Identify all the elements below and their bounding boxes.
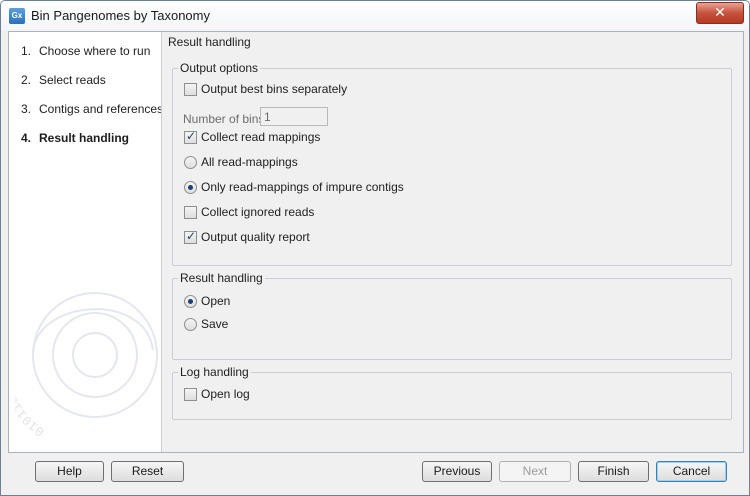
step-number: 4. (21, 131, 32, 145)
log-handling-group: Log handling Open log (172, 365, 732, 420)
checkbox-label: Output quality report (201, 230, 310, 244)
radio-selected-dot (188, 185, 193, 190)
step-select-reads: 2. Select reads (21, 73, 161, 102)
checkbox-label: Open log (201, 387, 250, 401)
step-number: 3. (21, 102, 32, 116)
log-handling-legend: Log handling (178, 365, 251, 379)
radio-label: All read-mappings (201, 155, 298, 169)
output-options-group: Output options Output best bins separate… (172, 61, 732, 266)
step-number: 2. (21, 73, 32, 87)
result-handling-legend: Result handling (178, 271, 265, 285)
app-icon: Gx (9, 8, 25, 24)
checkbox-box[interactable]: ✓ (184, 229, 197, 244)
checkbox-label: Output best bins separately (201, 82, 348, 96)
reset-button[interactable]: Reset (111, 461, 184, 482)
previous-button[interactable]: Previous (422, 461, 492, 482)
step-result-handling: 4. Result handling (21, 131, 161, 160)
close-icon: ✕ (714, 4, 726, 20)
output-options-legend: Output options (178, 61, 261, 75)
checkbox-box[interactable] (184, 83, 197, 96)
page-title: Result handling (168, 35, 251, 49)
finish-button[interactable]: Finish (578, 461, 649, 482)
radio-button[interactable] (184, 156, 197, 169)
checkmark-icon: ✓ (186, 129, 197, 143)
checkmark-icon: ✓ (186, 229, 197, 243)
wizard-steps-pane: 1. Choose where to run 2. Select reads 3. C… (9, 32, 162, 452)
radio-label: Save (201, 317, 229, 331)
checkbox-box[interactable] (184, 388, 197, 401)
step-choose-where-to-run: 1. Choose where to run (21, 44, 161, 73)
number-of-bins-label: Number of bins (183, 112, 265, 126)
result-handling-page: Result handling Output options Output be… (162, 32, 743, 452)
title-bar: Gx Bin Pangenomes by Taxonomy ✕ (1, 1, 749, 31)
dialog-content: 1. Choose where to run 2. Select reads 3. C… (8, 31, 744, 453)
close-button[interactable]: ✕ (696, 2, 744, 24)
radio-selected-dot (188, 299, 193, 304)
checkbox-box[interactable]: ✓ (184, 129, 197, 144)
next-button[interactable]: Next (499, 461, 571, 482)
result-handling-group: Result handling Open Save (172, 271, 732, 360)
cancel-button[interactable]: Cancel (656, 461, 727, 482)
number-of-bins-input[interactable] (260, 107, 328, 126)
checkbox-label: Collect read mappings (201, 130, 321, 144)
radio-label: Only read-mappings of impure contigs (201, 180, 404, 194)
dialog-window: Gx Bin Pangenomes by Taxonomy ✕ 1. Choose… (0, 0, 750, 496)
step-label: Choose where to run (39, 44, 151, 58)
wizard-steps: 1. Choose where to run 2. Select reads 3. C… (21, 44, 162, 160)
help-button[interactable]: Help (35, 461, 104, 482)
radio-button[interactable] (184, 181, 197, 194)
step-number: 1. (21, 44, 32, 58)
checkbox-label: Collect ignored reads (201, 205, 315, 219)
radio-label: Open (201, 294, 231, 308)
step-label: Result handling (39, 131, 129, 145)
radio-button[interactable] (184, 295, 197, 308)
watermark-swirl: 0101100101010 (15, 292, 158, 439)
step-label: Select reads (39, 73, 106, 87)
checkbox-box[interactable] (184, 206, 197, 219)
step-label: Contigs and references (39, 102, 162, 116)
radio-button[interactable] (184, 318, 197, 331)
step-contigs-and-references: 3. Contigs and references (21, 102, 162, 131)
window-title: Bin Pangenomes by Taxonomy (31, 8, 210, 23)
